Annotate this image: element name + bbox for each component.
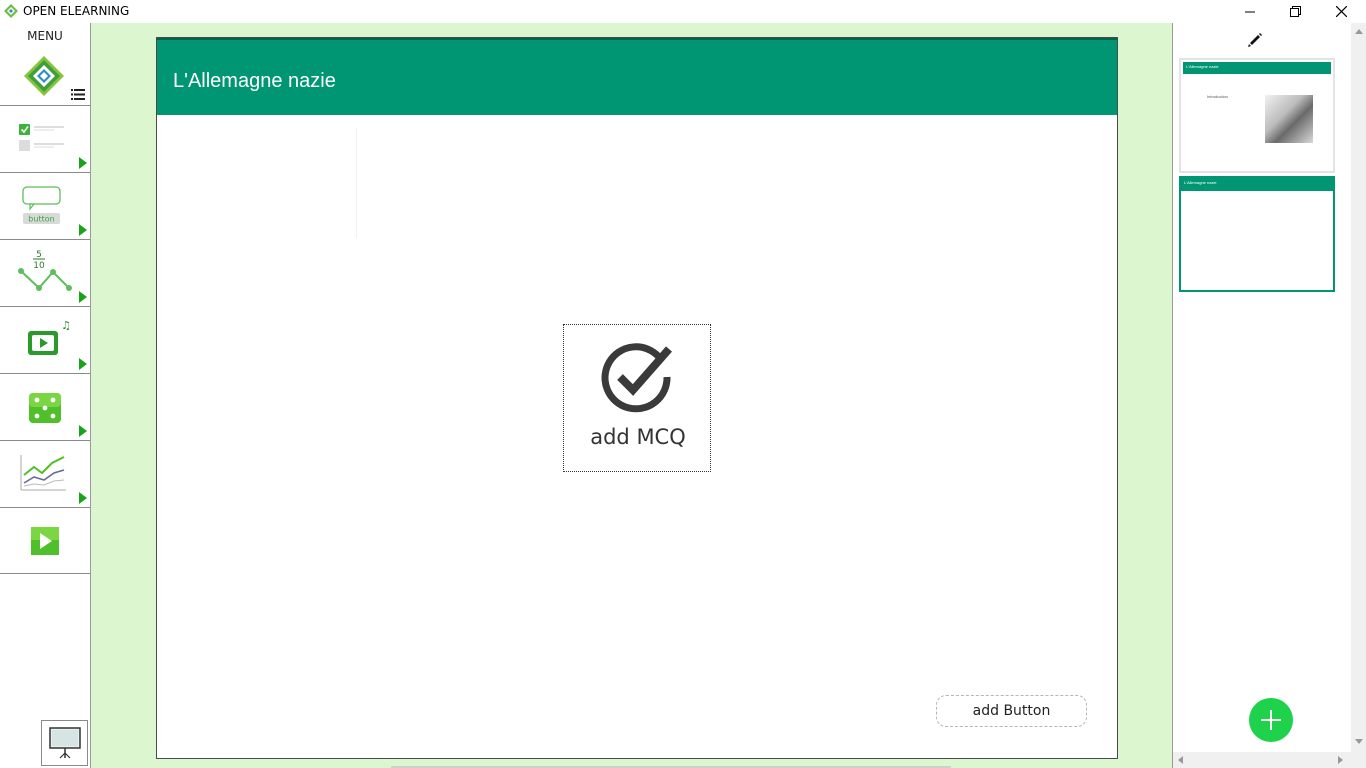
app-logo-icon xyxy=(4,4,18,18)
check-circle-icon xyxy=(601,343,673,413)
score-graph-icon: 5 10 xyxy=(18,250,72,291)
slide-title[interactable]: L'Allemagne nazie xyxy=(173,70,336,93)
window-title: OPEN ELEARNING xyxy=(23,4,130,18)
restore-icon xyxy=(1289,6,1301,17)
add-mcq-button[interactable]: add MCQ xyxy=(563,324,711,472)
quiz-tool[interactable] xyxy=(0,105,90,172)
workspace: L'Allemagne nazie add MCQ add Button xyxy=(91,23,1172,768)
expand-arrow-icon[interactable] xyxy=(79,291,87,303)
slide-canvas[interactable]: L'Allemagne nazie add MCQ add Button xyxy=(156,37,1118,759)
expand-arrow-icon[interactable] xyxy=(79,492,87,504)
thumbnail-title: L'Allemagne nazie xyxy=(1186,64,1219,69)
expand-arrow-icon[interactable] xyxy=(79,425,87,437)
score-denominator: 10 xyxy=(33,261,45,271)
expand-arrow-icon[interactable] xyxy=(79,224,87,236)
presentation-icon xyxy=(49,727,81,759)
close-button[interactable] xyxy=(1318,0,1364,23)
vertical-scrollbar[interactable] xyxy=(1351,23,1366,768)
app-logo-icon[interactable] xyxy=(22,54,66,98)
minimize-icon xyxy=(1245,11,1255,12)
chart-tool[interactable] xyxy=(0,440,90,507)
left-toolbar: MENU button 5 10 ♫ xyxy=(0,23,91,768)
slide-thumbnail-1[interactable]: L'Allemagne nazie Introduction xyxy=(1179,58,1335,173)
svg-text:♫: ♫ xyxy=(61,319,71,332)
minimize-button[interactable] xyxy=(1227,0,1273,23)
media-tool[interactable]: ♫ xyxy=(0,306,90,373)
video-music-icon: ♫ xyxy=(28,319,71,355)
slide-thumbnail-2[interactable]: L'Allemagne nazie xyxy=(1179,176,1335,292)
add-button[interactable]: add Button xyxy=(936,695,1087,727)
thumbnail-subtitle: Introduction xyxy=(1207,94,1228,99)
slides-panel: L'Allemagne nazie Introduction L'Allemag… xyxy=(1172,23,1366,768)
list-icon[interactable] xyxy=(71,89,85,100)
close-icon xyxy=(1335,6,1347,17)
scroll-up-icon[interactable] xyxy=(1355,29,1363,34)
thumbnail-title: L'Allemagne nazie xyxy=(1184,180,1217,185)
empty-placeholder xyxy=(317,128,357,238)
plus-icon xyxy=(1261,710,1281,730)
game-tool[interactable] xyxy=(0,373,90,440)
thumbnail-image xyxy=(1265,95,1313,143)
dice-icon xyxy=(29,393,61,423)
title-bar: OPEN ELEARNING xyxy=(0,0,1366,23)
pencil-icon[interactable] xyxy=(1247,32,1263,48)
thumbnail-header: L'Allemagne nazie xyxy=(1181,178,1333,191)
expand-arrow-icon[interactable] xyxy=(79,358,87,370)
horizontal-scrollbar[interactable] xyxy=(1173,752,1351,768)
button-tool[interactable]: button xyxy=(0,172,90,239)
score-tool[interactable]: 5 10 xyxy=(0,239,90,306)
menu-label[interactable]: MENU xyxy=(0,29,90,43)
play-tool[interactable] xyxy=(0,507,90,574)
thumbnail-header: L'Allemagne nazie xyxy=(1183,62,1331,74)
add-mcq-label: add MCQ xyxy=(590,425,686,449)
scroll-left-icon[interactable] xyxy=(1178,756,1183,764)
expand-arrow-icon[interactable] xyxy=(79,157,87,169)
play-icon xyxy=(31,527,59,555)
line-chart-icon xyxy=(20,455,66,491)
add-slide-button[interactable] xyxy=(1249,698,1293,742)
restore-button[interactable] xyxy=(1272,0,1318,23)
scroll-down-icon[interactable] xyxy=(1355,739,1363,744)
scroll-right-icon[interactable] xyxy=(1338,756,1343,764)
presentation-button[interactable] xyxy=(41,720,88,766)
button-tool-text: button xyxy=(28,215,54,224)
speech-button-icon: button xyxy=(22,186,61,224)
slide-header[interactable]: L'Allemagne nazie xyxy=(157,38,1117,115)
checkbox-list-icon xyxy=(19,124,64,151)
